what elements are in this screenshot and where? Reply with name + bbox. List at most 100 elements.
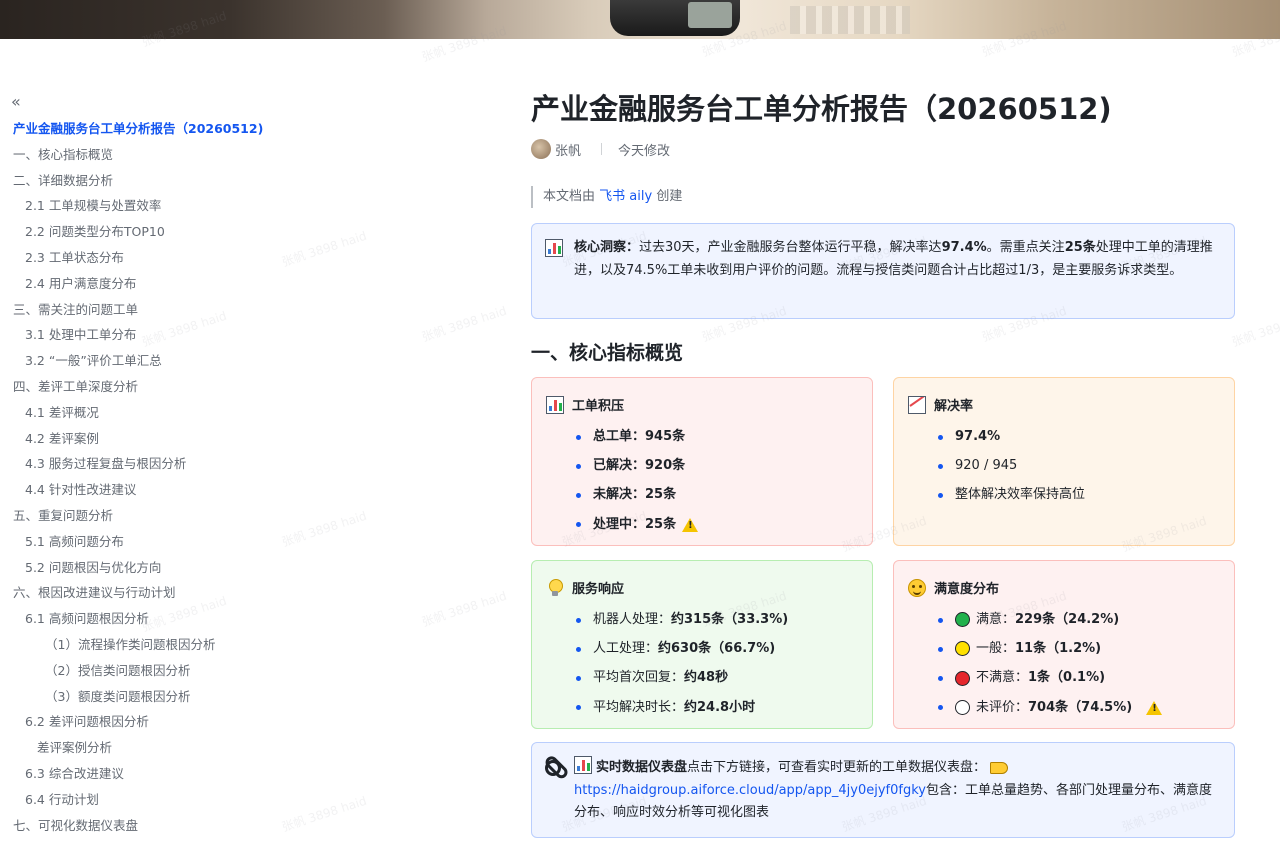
toc-item[interactable]: 七、可视化数据仪表盘 xyxy=(13,817,138,835)
backlog-card-header: 工单积压 xyxy=(546,395,624,414)
resolution-rate-card: 解决率 97.4% 920 / 945 整体解决效率保持高位 xyxy=(893,377,1235,546)
pointing-hand-icon xyxy=(990,761,1009,774)
list-item-text: 未解决：25条 xyxy=(593,487,677,503)
toc-item[interactable]: 2.4 用户满意度分布 xyxy=(25,275,136,293)
section-heading-core-metrics: 一、核心指标概览 xyxy=(531,342,684,364)
toc-item[interactable]: 2.2 问题类型分布TOP10 xyxy=(25,223,165,241)
doc-meta: 张帆 今天修改 xyxy=(531,138,670,160)
author-name[interactable]: 张帆 xyxy=(555,140,581,159)
list-item: 平均解决时长： 约24.8小时 xyxy=(576,693,788,722)
toc-item[interactable]: 2.1 工单规模与处置效率 xyxy=(25,197,161,215)
toc-item[interactable]: 差评案例分析 xyxy=(37,739,112,757)
list-item-label: 机器人处理： xyxy=(593,611,672,627)
list-item-value: 约315条（33.3%) xyxy=(671,611,789,627)
dashboard-text-1: 点击下方链接，可查看实时更新的工单数据仪表盘： xyxy=(687,760,987,775)
list-item-text: 920 / 945 xyxy=(955,457,1018,473)
page-title: 产业金融服务台工单分析报告（20260512) xyxy=(531,92,1112,126)
list-item-value: 11条（1.2%) xyxy=(1015,640,1102,656)
list-item-value: 约48秒 xyxy=(684,670,729,686)
cover-image xyxy=(0,0,1280,39)
insight-text-1: 过去30天，产业金融服务台整体运行平稳，解决率达 xyxy=(639,240,942,255)
toc-item[interactable]: 三、需关注的问题工单 xyxy=(13,301,138,319)
dashboard-callout: 实时数据仪表盘点击下方链接，可查看实时更新的工单数据仪表盘： https://ha… xyxy=(531,742,1235,838)
list-item-value: 1条（0.1%) xyxy=(1028,670,1106,686)
meta-divider xyxy=(601,143,603,155)
creator-note-prefix: 本文档由 xyxy=(543,189,596,204)
lightbulb-icon xyxy=(546,578,564,597)
line-chart-icon xyxy=(908,395,926,414)
list-item-label: 平均解决时长： xyxy=(593,699,685,715)
link-icon xyxy=(541,756,565,780)
list-item-label: 不满意： xyxy=(976,670,1029,686)
satisfaction-card-header: 满意度分布 xyxy=(908,578,999,597)
toc-item[interactable]: 5.2 问题根因与优化方向 xyxy=(25,559,161,577)
list-item-text: 整体解决效率保持高位 xyxy=(955,487,1086,503)
list-item-value: 704条（74.5%) xyxy=(1028,699,1133,715)
toc-item[interactable]: 四、差评工单深度分析 xyxy=(13,378,138,396)
insight-label: 核心洞察： xyxy=(574,240,640,255)
cover-phone-screen xyxy=(688,2,732,28)
dashboard-label: 实时数据仪表盘 xyxy=(596,760,688,775)
toc-item[interactable]: 4.2 差评案例 xyxy=(25,430,99,448)
toc-item[interactable]: 6.2 差评问题根因分析 xyxy=(25,713,149,731)
creator-note: 本文档由 飞书 aily 创建 xyxy=(531,186,682,208)
backlog-list: 总工单：945条 已解决：920条 未解决：25条 处理中：25条 xyxy=(576,422,699,539)
toc-item[interactable]: 6.3 综合改进建议 xyxy=(25,765,124,783)
toc-item[interactable]: 产业金融服务台工单分析报告（20260512) xyxy=(13,120,263,138)
toc-item[interactable]: 6.4 行动计划 xyxy=(25,791,99,809)
insight-callout: 核心洞察：过去30天，产业金融服务台整体运行平稳，解决率达97.4%。需重点关注… xyxy=(531,223,1235,319)
dashboard-link[interactable]: https://haidgroup.aiforce.cloud/app/app_… xyxy=(574,783,926,798)
list-item: 未评价： 704条（74.5%) xyxy=(938,693,1163,722)
service-response-card: 服务响应 机器人处理： 约315条（33.3%) 人工处理： 约630条（66.7%… xyxy=(531,560,873,729)
insight-highlight-rate: 97.4% xyxy=(941,240,987,255)
toc-item[interactable]: 3.2 “一般”评价工单汇总 xyxy=(25,352,162,370)
toc-item[interactable]: 五、重复问题分析 xyxy=(13,507,113,525)
list-item: 920 / 945 xyxy=(938,451,1085,480)
toc-item[interactable]: 4.4 针对性改进建议 xyxy=(25,481,136,499)
toc-item[interactable]: 2.3 工单状态分布 xyxy=(25,249,124,267)
list-item: 平均首次回复： 约48秒 xyxy=(576,664,788,693)
warning-icon xyxy=(682,517,699,532)
toc-item[interactable]: 6.1 高频问题根因分析 xyxy=(25,610,149,628)
yellow-circle-icon xyxy=(955,641,970,657)
toc-item[interactable]: 一、核心指标概览 xyxy=(13,146,113,164)
list-item: 处理中：25条 xyxy=(576,510,699,539)
list-item: 机器人处理： 约315条（33.3%) xyxy=(576,605,788,634)
watermark-text: 张帆 3898 haid xyxy=(140,308,229,350)
toc-item[interactable]: 4.3 服务过程复盘与根因分析 xyxy=(25,455,186,473)
toc-item[interactable]: 二、详细数据分析 xyxy=(13,172,113,190)
bar-chart-icon xyxy=(546,395,564,414)
insight-text: 核心洞察：过去30天，产业金融服务台整体运行平稳，解决率达97.4%。需重点关注… xyxy=(574,237,1219,282)
avatar[interactable] xyxy=(531,139,551,159)
service-response-card-title: 服务响应 xyxy=(572,582,625,597)
list-item-value: 约24.8小时 xyxy=(684,699,756,715)
toc-item[interactable]: 六、根因改进建议与行动计划 xyxy=(13,584,176,602)
modified-time: 今天修改 xyxy=(618,143,671,159)
service-response-list: 机器人处理： 约315条（33.3%) 人工处理： 约630条（66.7%) 平均首… xyxy=(576,605,788,722)
bar-chart-icon xyxy=(574,756,592,774)
red-circle-icon xyxy=(955,670,970,686)
resolution-rate-card-header: 解决率 xyxy=(908,395,973,414)
insight-highlight-count: 25条 xyxy=(1064,240,1096,255)
double-chevron-left-icon[interactable]: « xyxy=(11,94,27,110)
list-item-text: 已解决：920条 xyxy=(593,457,686,473)
toc-item[interactable]: 3.1 处理中工单分布 xyxy=(25,326,136,344)
toc-item[interactable]: （3）额度类问题根因分析 xyxy=(45,688,190,706)
list-item-value: 229条（24.2%) xyxy=(1015,611,1120,627)
watermark-text: 张帆 3898 haid xyxy=(280,793,369,835)
creator-link[interactable]: 飞书 aily xyxy=(599,189,652,204)
list-item: 已解决：920条 xyxy=(576,451,698,480)
toc-item[interactable]: 4.1 差评概况 xyxy=(25,404,99,422)
satisfaction-list: 满意： 229条（24.2%) 一般： 11条（1.2%) 不满意： 1条（0.1%)… xyxy=(938,605,1163,722)
backlog-card-title: 工单积压 xyxy=(572,399,625,414)
backlog-card: 工单积压 总工单：945条 已解决：920条 未解决：25条 处理中：25条 xyxy=(531,377,873,546)
toc-item[interactable]: （1）流程操作类问题根因分析 xyxy=(45,636,215,654)
toc-item[interactable]: （2）授信类问题根因分析 xyxy=(45,662,190,680)
list-item: 人工处理： 约630条（66.7%) xyxy=(576,634,788,663)
list-item-label: 满意： xyxy=(976,611,1016,627)
list-item-label: 平均首次回复： xyxy=(593,670,685,686)
toc-item[interactable]: 5.1 高频问题分布 xyxy=(25,533,124,551)
list-item-label: 一般： xyxy=(976,640,1016,656)
list-item: 总工单：945条 xyxy=(576,422,698,451)
watermark-text: 张帆 3898 haid xyxy=(420,588,509,630)
